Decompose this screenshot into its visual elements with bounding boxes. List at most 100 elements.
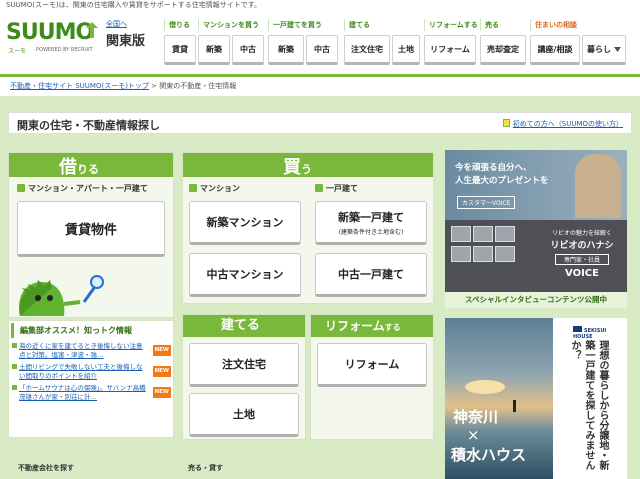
breadcrumb: 不動産・住宅サイト SUUMO(スーモ)トップ > 関東の不動産・住宅情報	[10, 81, 236, 91]
ad1-lead: リビオの魅力を紐解く	[551, 230, 612, 237]
news-item[interactable]: 土間リビングで失敗しない工夫と後悔しない間取りのポイントを紹介 NEW	[9, 363, 173, 381]
logo-sub: スーモ	[8, 48, 27, 55]
nav-used-mansion-button[interactable]: 中古	[232, 35, 264, 65]
editor-recommend-box: 編集部オススメ！知っトク情報 海の近くに家を建てるとき後悔しない注意点と対策。塩…	[8, 320, 174, 438]
header: SUUMO スーモ POWERED BY RECRUIT 全国へ 関東版 借りる…	[0, 11, 640, 74]
sell-lend-label: 売る・貸す	[188, 464, 223, 472]
find-agent-label: 不動産会社を探す	[18, 464, 74, 472]
sekisui-ad-banner[interactable]: 神奈川 × 積水ハウス SEKISUI HOUSE 理想の暮らしから分譲地・新築…	[445, 318, 627, 479]
house-subhead: 一戸建て	[315, 183, 358, 194]
region-name: 関東版	[106, 34, 146, 49]
nav-used-house-button[interactable]: 中古	[306, 35, 338, 65]
new-badge: NEW	[152, 387, 171, 398]
first-time-link-label: 初めての方へ（SUUMOの使い方）	[512, 120, 623, 128]
rent-subhead-label: マンション・アパート・一戸建て	[28, 184, 148, 193]
nav-cat-reform: リフォームする	[424, 19, 478, 31]
ad1-tag2: 専門家・社員	[555, 254, 609, 265]
page-title-bar: 関東の住宅・不動産情報探し 初めての方へ（SUUMOの使い方）	[8, 112, 632, 134]
ad1-voice-tag: カスタマーVOICE	[457, 196, 516, 209]
first-time-link[interactable]: 初めての方へ（SUUMOの使い方）	[502, 119, 623, 129]
new-badge: NEW	[152, 345, 171, 356]
new-house-note: (建築条件付き土地含む)	[338, 228, 404, 236]
news-item-text: 海の近くに家を建てるとき後悔しない注意点と対策。塩害・津波・強…	[19, 342, 143, 359]
nav-life-button[interactable]: 暮らし	[582, 35, 626, 65]
ad1-person-photo	[473, 226, 493, 242]
buy-head-small: う	[301, 163, 312, 176]
logo-arrow-icon	[86, 22, 98, 38]
nav-new-mansion-button[interactable]: 新築	[198, 35, 230, 65]
order-house-button[interactable]: 注文住宅	[189, 343, 299, 387]
house-icon	[315, 184, 323, 192]
rent-panel-header: 借りる	[9, 153, 173, 178]
new-badge: NEW	[152, 366, 171, 377]
house-subhead-label: 一戸建て	[326, 184, 358, 193]
ad1-person-photo	[451, 226, 471, 242]
build-panel: 建てる 注文住宅 土地	[182, 314, 306, 440]
nav-new-house-button[interactable]: 新築	[268, 35, 304, 65]
ad1-person-photo	[473, 246, 493, 262]
nav-order-house-button[interactable]: 注文住宅	[344, 35, 390, 65]
breadcrumb-top-link[interactable]: 不動産・住宅サイト SUUMO(スーモ)トップ	[10, 82, 149, 90]
nav-sell-appraisal-button[interactable]: 売却査定	[480, 35, 526, 65]
ad2-cross: ×	[467, 426, 480, 444]
nav-reform-button[interactable]: リフォーム	[424, 35, 476, 65]
ad2-vertical-copy: 理想の暮らしから分譲地・新築一戸建てを探してみませんか？	[569, 340, 608, 470]
nav-group-rent: 借りる 賃貸	[164, 19, 198, 65]
news-item-text: 土間リビングで失敗しない工夫と後悔しない間取りのポイントを紹介	[19, 363, 143, 380]
nav-rent-button[interactable]: 賃貸	[164, 35, 196, 65]
arrow-icon	[12, 364, 17, 369]
buy-panel-header: 買う	[183, 153, 433, 178]
nav-life-label: 暮らし	[587, 44, 611, 54]
rent-head-small: りる	[77, 163, 99, 176]
ad1-voice: VOICE	[565, 268, 599, 279]
suumo-logo[interactable]: SUUMO スーモ POWERED BY RECRUIT	[6, 20, 102, 60]
rent-property-button[interactable]: 賃貸物件	[17, 201, 165, 257]
ad1-person-photo	[495, 226, 515, 242]
nav-cat-sell: 売る	[480, 19, 528, 31]
livio-ad-banner[interactable]: 今を頑張る自分へ、人生最大のプレゼントを カスタマーVOICE リビオの魅力を紐…	[445, 150, 627, 308]
sekisui-mark-icon	[573, 326, 582, 332]
used-house-button[interactable]: 中古一戸建て	[315, 253, 427, 297]
suumo-mascot-icon	[18, 275, 104, 316]
logo-by: POWERED BY RECRUIT	[36, 47, 93, 53]
logo-word: SUUMO	[6, 20, 94, 45]
buy-head-big: 買	[283, 157, 301, 178]
ad1-brand: リビオのハナシ	[550, 241, 614, 251]
site-description: SUUMO(スーモ)は、関東の住宅購入や賃貸をサポートする住宅情報サイトです。	[0, 0, 640, 11]
new-house-button[interactable]: 新築一戸建て (建築条件付き土地含む)	[315, 201, 427, 245]
nav-group-mansion: マンションを買う 新築 中古	[198, 19, 266, 65]
reform-button[interactable]: リフォーム	[317, 343, 427, 387]
region-switch: 全国へ 関東版	[106, 19, 154, 49]
page-title: 関東の住宅・不動産情報探し	[17, 119, 160, 132]
nav-cat-house: 一戸建てを買う	[268, 19, 340, 31]
mansion-icon	[189, 184, 197, 192]
ad2-kanagawa: 神奈川	[453, 408, 499, 426]
news-item[interactable]: 海の近くに家を建てるとき後悔しない注意点と対策。塩害・津波・強… NEW	[9, 342, 173, 360]
ad2-surfer-icon	[513, 400, 516, 412]
rent-subhead: マンション・アパート・一戸建て	[17, 183, 148, 194]
reform-panel-header: リフォームする	[311, 315, 433, 337]
nav-seminar-button[interactable]: 講座/相談	[530, 35, 580, 65]
ad1-line2: 人生最大のプレゼントを	[455, 176, 549, 186]
sekisui-logo: SEKISUI HOUSE	[573, 326, 627, 340]
reform-head-big: リフォーム	[325, 319, 385, 333]
editor-recommend-title: 編集部オススメ！知っトク情報	[11, 323, 169, 338]
ad1-headline: 今を頑張る自分へ、人生最大のプレゼントを	[455, 162, 549, 188]
ad1-line1: 今を頑張る自分へ、	[455, 163, 532, 173]
nav-group-consult: 住まいの相談 講座/相談 暮らし	[530, 19, 628, 65]
mansion-subhead: マンション	[189, 183, 240, 194]
news-item[interactable]: 「ホームサウナは心の保険」。サバンナ高橋茂雄さんが家・別荘に計… NEW	[9, 384, 173, 402]
ad2-sekisui: 積水ハウス	[451, 446, 527, 464]
used-mansion-button[interactable]: 中古マンション	[189, 253, 301, 297]
reform-head-small: する	[384, 323, 401, 332]
nationwide-link[interactable]: 全国へ	[106, 19, 154, 29]
land-button[interactable]: 土地	[189, 393, 299, 437]
mansion-subhead-label: マンション	[200, 184, 240, 193]
new-house-label: 新築一戸建て	[338, 210, 404, 224]
breadcrumb-separator: >	[151, 82, 158, 90]
nav-group-sell: 売る 売却査定	[480, 19, 528, 65]
new-mansion-button[interactable]: 新築マンション	[189, 201, 301, 245]
ad1-bottom-bar: スペシャルインタビューコンテンツ公開中	[445, 292, 627, 308]
nav-land-button[interactable]: 土地	[392, 35, 420, 65]
breadcrumb-current: 関東の不動産・住宅情報	[159, 82, 237, 90]
